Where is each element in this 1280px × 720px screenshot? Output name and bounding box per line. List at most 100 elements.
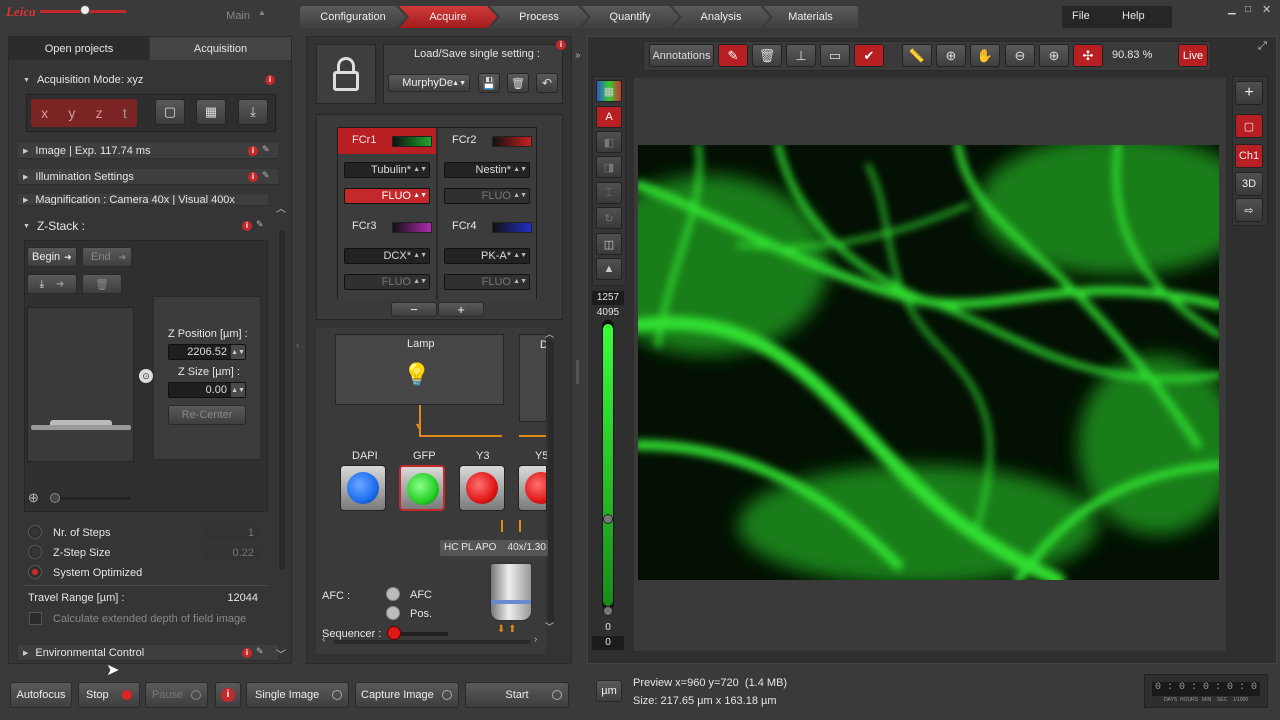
menu-help[interactable]: Help: [1122, 10, 1145, 22]
minimize-icon[interactable]: ▁: [1228, 4, 1236, 15]
link-icon[interactable]: ⊙: [139, 369, 153, 383]
marker-select[interactable]: DCX* ▲▼: [344, 248, 430, 264]
pause-button[interactable]: Pause: [145, 682, 208, 708]
axis-z[interactable]: z: [96, 105, 103, 121]
info-icon[interactable]: i: [242, 221, 252, 231]
collapse-handle[interactable]: ‹: [296, 340, 299, 351]
zsize-input[interactable]: 0.00 ▲▼: [168, 382, 246, 398]
pin-icon[interactable]: ✎: [256, 646, 264, 657]
focus-arrows-icon[interactable]: ⬇ ⬆: [497, 624, 517, 635]
mode-select[interactable]: FLUO ▲▼: [344, 274, 430, 290]
single-image-button[interactable]: Single Image: [246, 682, 349, 708]
nr-steps-value[interactable]: 1: [202, 526, 258, 540]
setting-select[interactable]: MurphyDe ▲▼: [388, 74, 470, 92]
marker-select[interactable]: Nestin* ▲▼: [444, 162, 530, 178]
capture-image-button[interactable]: Capture Image: [355, 682, 459, 708]
pos-radio[interactable]: [386, 606, 400, 620]
env-section[interactable]: ▶ Environmental Control: [18, 645, 278, 661]
zoom-slider-knob[interactable]: [50, 493, 60, 503]
autofocus-button[interactable]: Autofocus: [10, 682, 72, 708]
undo-icon[interactable]: ↶: [536, 73, 558, 93]
close-icon[interactable]: ✕: [1262, 3, 1271, 16]
cube-y5[interactable]: [518, 465, 547, 511]
info-icon[interactable]: i: [265, 75, 275, 85]
tab-process[interactable]: Process: [490, 6, 588, 28]
add-channel-button[interactable]: +: [438, 302, 484, 317]
scroll-up-icon[interactable]: ︿: [276, 200, 286, 215]
vscroll-down-icon[interactable]: ﹀: [545, 620, 554, 633]
info-icon[interactable]: i: [248, 172, 258, 182]
ruler-icon[interactable]: ⊥: [786, 44, 816, 67]
tab-analysis[interactable]: Analysis: [672, 6, 770, 28]
text-icon[interactable]: A: [596, 106, 622, 128]
vscroll-track[interactable]: [548, 340, 554, 622]
system-optimized-radio[interactable]: [28, 565, 42, 579]
channel-color-swatch[interactable]: [392, 222, 432, 233]
hscroll-left-icon[interactable]: ‹: [322, 634, 325, 645]
tab-open-projects[interactable]: Open projects: [9, 37, 149, 60]
channel-fcr1[interactable]: FCr1 Tubulin* ▲▼ FLUO ▲▼: [338, 128, 436, 214]
annotations-button[interactable]: Annotations: [649, 44, 714, 67]
axis-y[interactable]: y: [68, 105, 75, 121]
mode-select[interactable]: FLUO ▲▼: [444, 274, 530, 290]
fit-icon[interactable]: ✣: [1073, 44, 1103, 67]
zpos-input[interactable]: 2206.52 ▲▼: [168, 344, 246, 360]
hist-top-value[interactable]: 1257: [592, 291, 624, 305]
delete-button[interactable]: 🗑: [82, 274, 122, 294]
tab-configuration[interactable]: Configuration: [300, 6, 406, 28]
zoom-out-icon[interactable]: ⊖: [1005, 44, 1035, 67]
scrollbar-track[interactable]: [279, 230, 285, 570]
acq-mode-header[interactable]: ▼ Acquisition Mode: xyz: [18, 72, 278, 88]
illumination-section[interactable]: ▶ Illumination Settings: [18, 169, 278, 185]
sequencer-knob[interactable]: [387, 626, 401, 640]
download-icon[interactable]: ⤓: [238, 99, 268, 125]
afc-radio[interactable]: [386, 587, 400, 601]
cube-dapi[interactable]: [340, 465, 386, 511]
scroll-down-icon[interactable]: ﹀: [276, 646, 286, 661]
grid-icon[interactable]: ▦: [196, 99, 226, 125]
step-size-radio[interactable]: [28, 545, 42, 559]
pin-icon[interactable]: ✎: [262, 170, 270, 181]
info-icon[interactable]: i: [556, 40, 566, 50]
magnification-section[interactable]: ▶ Magnification : Camera 40x | Visual 400…: [18, 194, 268, 206]
workspace-select[interactable]: Main: [130, 6, 270, 26]
tab-acquisition[interactable]: Acquisition: [150, 37, 291, 60]
nr-steps-radio[interactable]: [28, 525, 42, 539]
add-icon[interactable]: +: [1235, 81, 1263, 105]
crosshair-icon[interactable]: ⊕: [936, 44, 966, 67]
spinner-icon[interactable]: ▲▼: [231, 383, 245, 397]
channel-color-swatch[interactable]: [492, 222, 532, 233]
split-icon[interactable]: ◫: [596, 233, 622, 255]
layer2-icon[interactable]: ◨: [596, 156, 622, 178]
zoom-slider[interactable]: [50, 497, 130, 500]
marker-select[interactable]: Tubulin* ▲▼: [344, 162, 430, 178]
lock-box[interactable]: [316, 44, 376, 104]
rotate-icon[interactable]: ↻: [596, 207, 622, 229]
info-icon[interactable]: i: [242, 648, 252, 658]
expand-icon[interactable]: »: [575, 50, 581, 61]
channel-button[interactable]: Ch1: [1235, 144, 1263, 168]
maximize-icon[interactable]: □: [1245, 4, 1251, 15]
image-section[interactable]: ▶ Image | Exp. 117.74 ms: [18, 143, 278, 159]
cube-y3[interactable]: [459, 465, 505, 511]
trash-icon[interactable]: 🗑: [507, 73, 529, 93]
spinner-icon[interactable]: ▲▼: [231, 345, 245, 359]
3d-button[interactable]: 3D: [1235, 172, 1263, 196]
hand-icon[interactable]: ✋: [970, 44, 1000, 67]
remove-channel-button[interactable]: −: [391, 302, 437, 317]
lamp2-box[interactable]: D: [519, 334, 547, 422]
tab-acquire[interactable]: Acquire: [399, 6, 497, 28]
square-icon[interactable]: ▢: [155, 99, 185, 125]
restore-icon[interactable]: ⤢: [1258, 40, 1267, 53]
pin-icon[interactable]: ✎: [256, 219, 264, 230]
cursor-icon[interactable]: ⌶: [596, 182, 622, 204]
end-button[interactable]: End ➜: [82, 247, 132, 267]
info-icon[interactable]: i: [248, 146, 258, 156]
begin-button[interactable]: Begin ➜: [27, 247, 77, 267]
hscroll-track[interactable]: [334, 640, 530, 644]
histogram-track[interactable]: [602, 320, 614, 610]
export-icon[interactable]: ⇨: [1235, 198, 1263, 222]
tab-materials[interactable]: Materials: [763, 6, 858, 28]
histogram-icon[interactable]: ▲: [596, 258, 622, 280]
check-icon[interactable]: ✔: [854, 44, 884, 67]
